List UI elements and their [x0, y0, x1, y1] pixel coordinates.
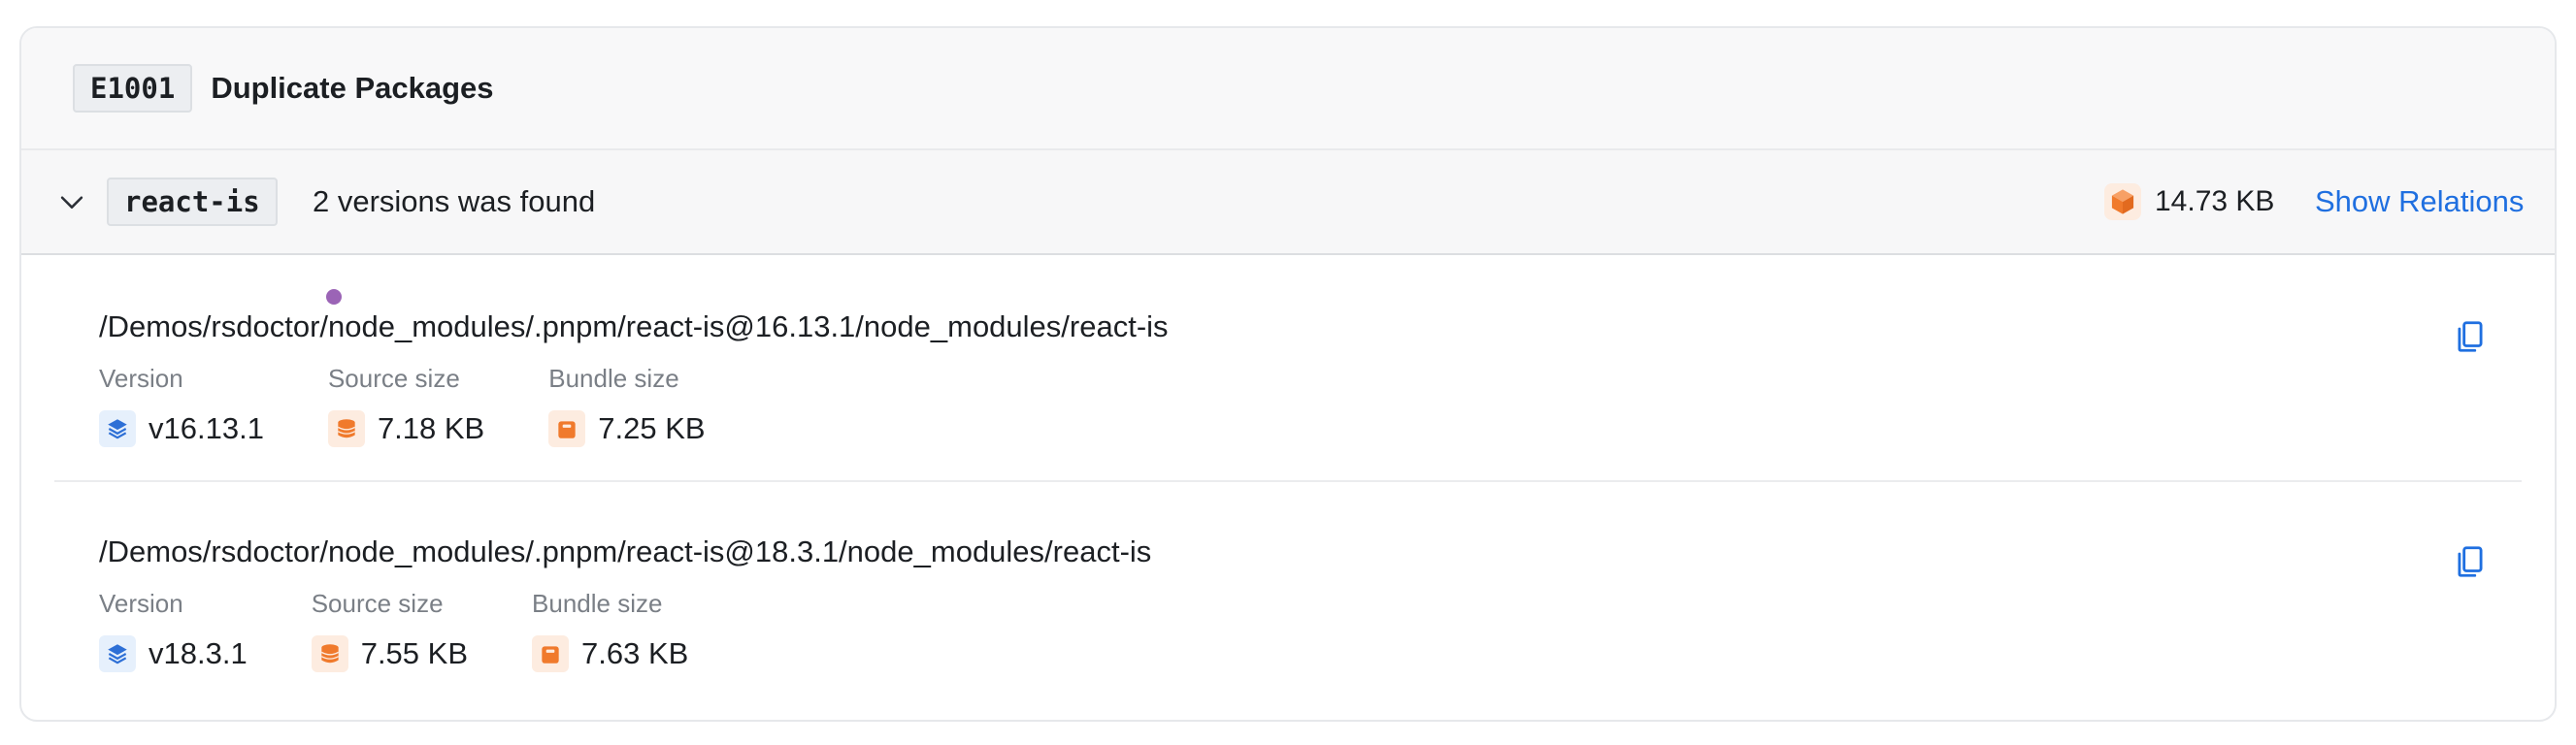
- layers-icon: [99, 410, 136, 447]
- source-size-label: Source size: [327, 364, 460, 393]
- status-dot: [326, 289, 342, 305]
- version-item: /Demos/rsdoctor/node_modules/.pnpm/react…: [21, 255, 2555, 480]
- copy-icon[interactable]: [2452, 318, 2489, 355]
- package-cube-icon: [2104, 183, 2141, 220]
- duplicate-packages-card: E1001 Duplicate Packages react-is 2 vers…: [19, 26, 2557, 722]
- database-icon: [311, 635, 348, 672]
- package-total-size: 14.73 KB: [2104, 183, 2274, 220]
- version-meta: Version v16.13.1 Source size 7.18 KB Bun…: [99, 364, 770, 447]
- bundle-icon: [532, 635, 570, 672]
- bundle-size-value: 7.63 KB: [581, 636, 689, 670]
- version-value: v16.13.1: [149, 411, 264, 445]
- copy-icon[interactable]: [2452, 543, 2489, 580]
- source-size-label: Source size: [311, 589, 444, 618]
- bundle-size-col: Bundle size 7.63 KB: [532, 589, 688, 672]
- rule-header: E1001 Duplicate Packages: [21, 28, 2555, 150]
- source-size-value: 7.18 KB: [377, 411, 485, 445]
- bundle-size-label: Bundle size: [548, 364, 679, 393]
- version-list: /Demos/rsdoctor/node_modules/.pnpm/react…: [21, 255, 2555, 705]
- version-col: Version v18.3.1: [99, 589, 248, 672]
- layers-icon: [99, 635, 136, 672]
- version-label: Version: [99, 364, 183, 393]
- bundle-size-col: Bundle size 7.25 KB: [548, 364, 706, 447]
- chevron-down-icon[interactable]: [55, 185, 88, 218]
- bundle-size-value: 7.25 KB: [598, 411, 706, 445]
- source-size-col: Source size 7.55 KB: [311, 589, 469, 672]
- bundle-icon: [548, 410, 586, 447]
- version-item: /Demos/rsdoctor/node_modules/.pnpm/react…: [21, 480, 2555, 705]
- source-size-col: Source size 7.18 KB: [327, 364, 485, 447]
- version-col: Version v16.13.1: [99, 364, 264, 447]
- rule-title: Duplicate Packages: [211, 71, 494, 105]
- version-path: /Demos/rsdoctor/node_modules/.pnpm/react…: [99, 309, 1169, 343]
- version-value: v18.3.1: [149, 636, 248, 670]
- package-total-size-value: 14.73 KB: [2155, 185, 2275, 217]
- package-name-tag: react-is: [107, 178, 278, 226]
- show-relations-link[interactable]: Show Relations: [2315, 184, 2524, 219]
- source-size-value: 7.55 KB: [360, 636, 469, 670]
- version-meta: Version v18.3.1 Source size 7.55 KB Bund…: [99, 589, 752, 672]
- version-label: Version: [99, 589, 183, 618]
- package-summary: 2 versions was found: [313, 184, 596, 218]
- version-path: /Demos/rsdoctor/node_modules/.pnpm/react…: [99, 534, 1152, 568]
- rule-code-tag: E1001: [73, 64, 193, 113]
- bundle-size-label: Bundle size: [532, 589, 663, 618]
- package-bar[interactable]: react-is 2 versions was found 14.73 KB S…: [21, 150, 2555, 255]
- database-icon: [327, 410, 365, 447]
